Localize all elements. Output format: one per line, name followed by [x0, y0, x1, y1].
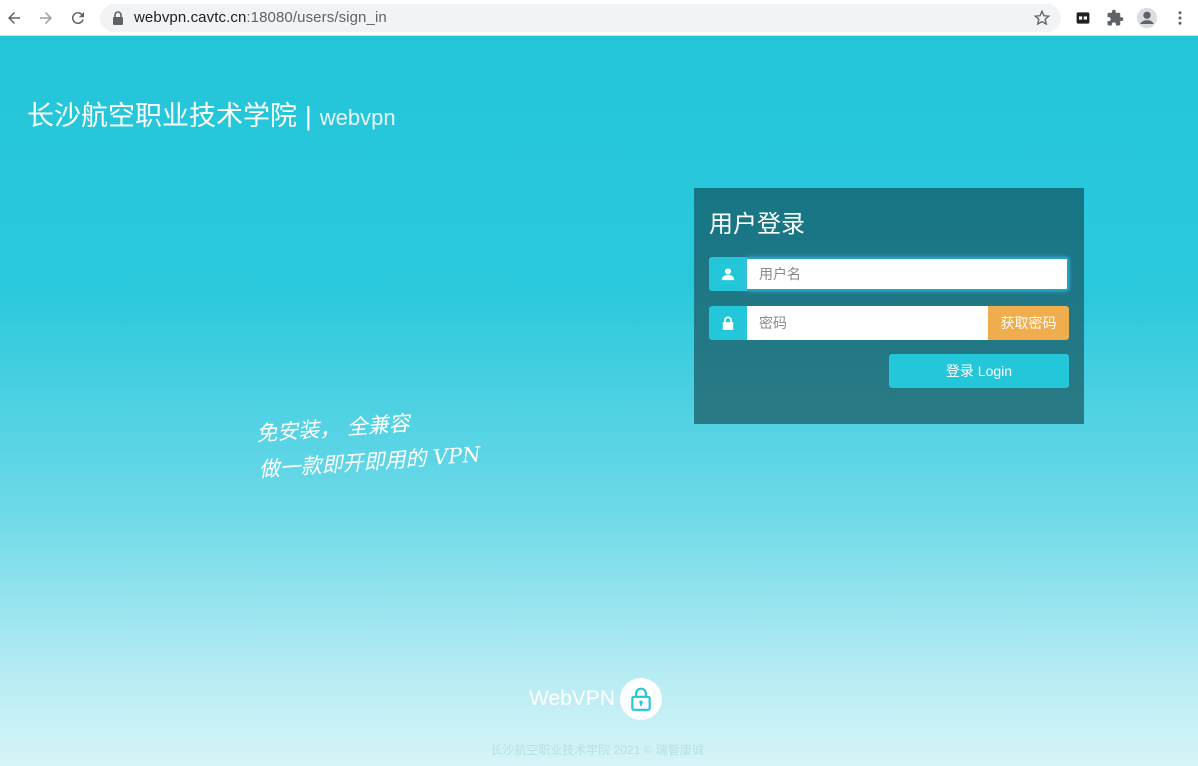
product-name: webvpn — [319, 105, 396, 130]
lock-icon — [113, 11, 123, 25]
page-title: 长沙航空职业技术学院 | webvpn — [27, 94, 396, 133]
extension-icon[interactable] — [1072, 7, 1094, 29]
padlock-icon — [619, 678, 662, 720]
profile-icon[interactable] — [1136, 7, 1158, 29]
title-separator: | — [305, 101, 312, 131]
login-title: 用户登录 — [709, 211, 805, 238]
back-icon[interactable] — [2, 6, 26, 30]
logo-text: WebVPN — [529, 687, 615, 710]
username-group — [709, 257, 1069, 291]
browser-toolbar: webvpn.cavtc.cn:18080/users/sign_in — [0, 0, 1198, 36]
puzzle-icon[interactable] — [1104, 7, 1126, 29]
copyright: 长沙航空职业技术学院 2021 © 瑞智康诚 — [490, 743, 704, 757]
username-input[interactable] — [747, 257, 1069, 291]
url-text: webvpn.cavtc.cn:18080/users/sign_in — [134, 9, 387, 26]
login-page: 长沙航空职业技术学院 | webvpn 免安装， 全兼容 做一款即开即用的 VPN … — [0, 36, 1198, 766]
address-bar[interactable]: webvpn.cavtc.cn:18080/users/sign_in — [100, 4, 1061, 32]
login-button[interactable]: 登录 Login — [889, 354, 1069, 388]
menu-icon[interactable] — [1169, 7, 1191, 29]
forward-icon[interactable] — [34, 6, 58, 30]
get-password-button[interactable]: 获取密码 — [988, 306, 1069, 340]
webvpn-logo: WebVPN — [529, 678, 662, 720]
slogan: 免安装， 全兼容 做一款即开即用的 VPN — [255, 400, 482, 487]
star-icon[interactable] — [1033, 9, 1051, 27]
reload-icon[interactable] — [66, 6, 90, 30]
login-panel: 用户登录 获取密码 登录 Login — [694, 188, 1084, 424]
user-icon — [709, 257, 747, 291]
password-input[interactable] — [747, 306, 988, 340]
lock-icon — [709, 306, 747, 340]
password-group: 获取密码 — [709, 306, 1069, 340]
school-name: 长沙航空职业技术学院 — [27, 101, 297, 131]
